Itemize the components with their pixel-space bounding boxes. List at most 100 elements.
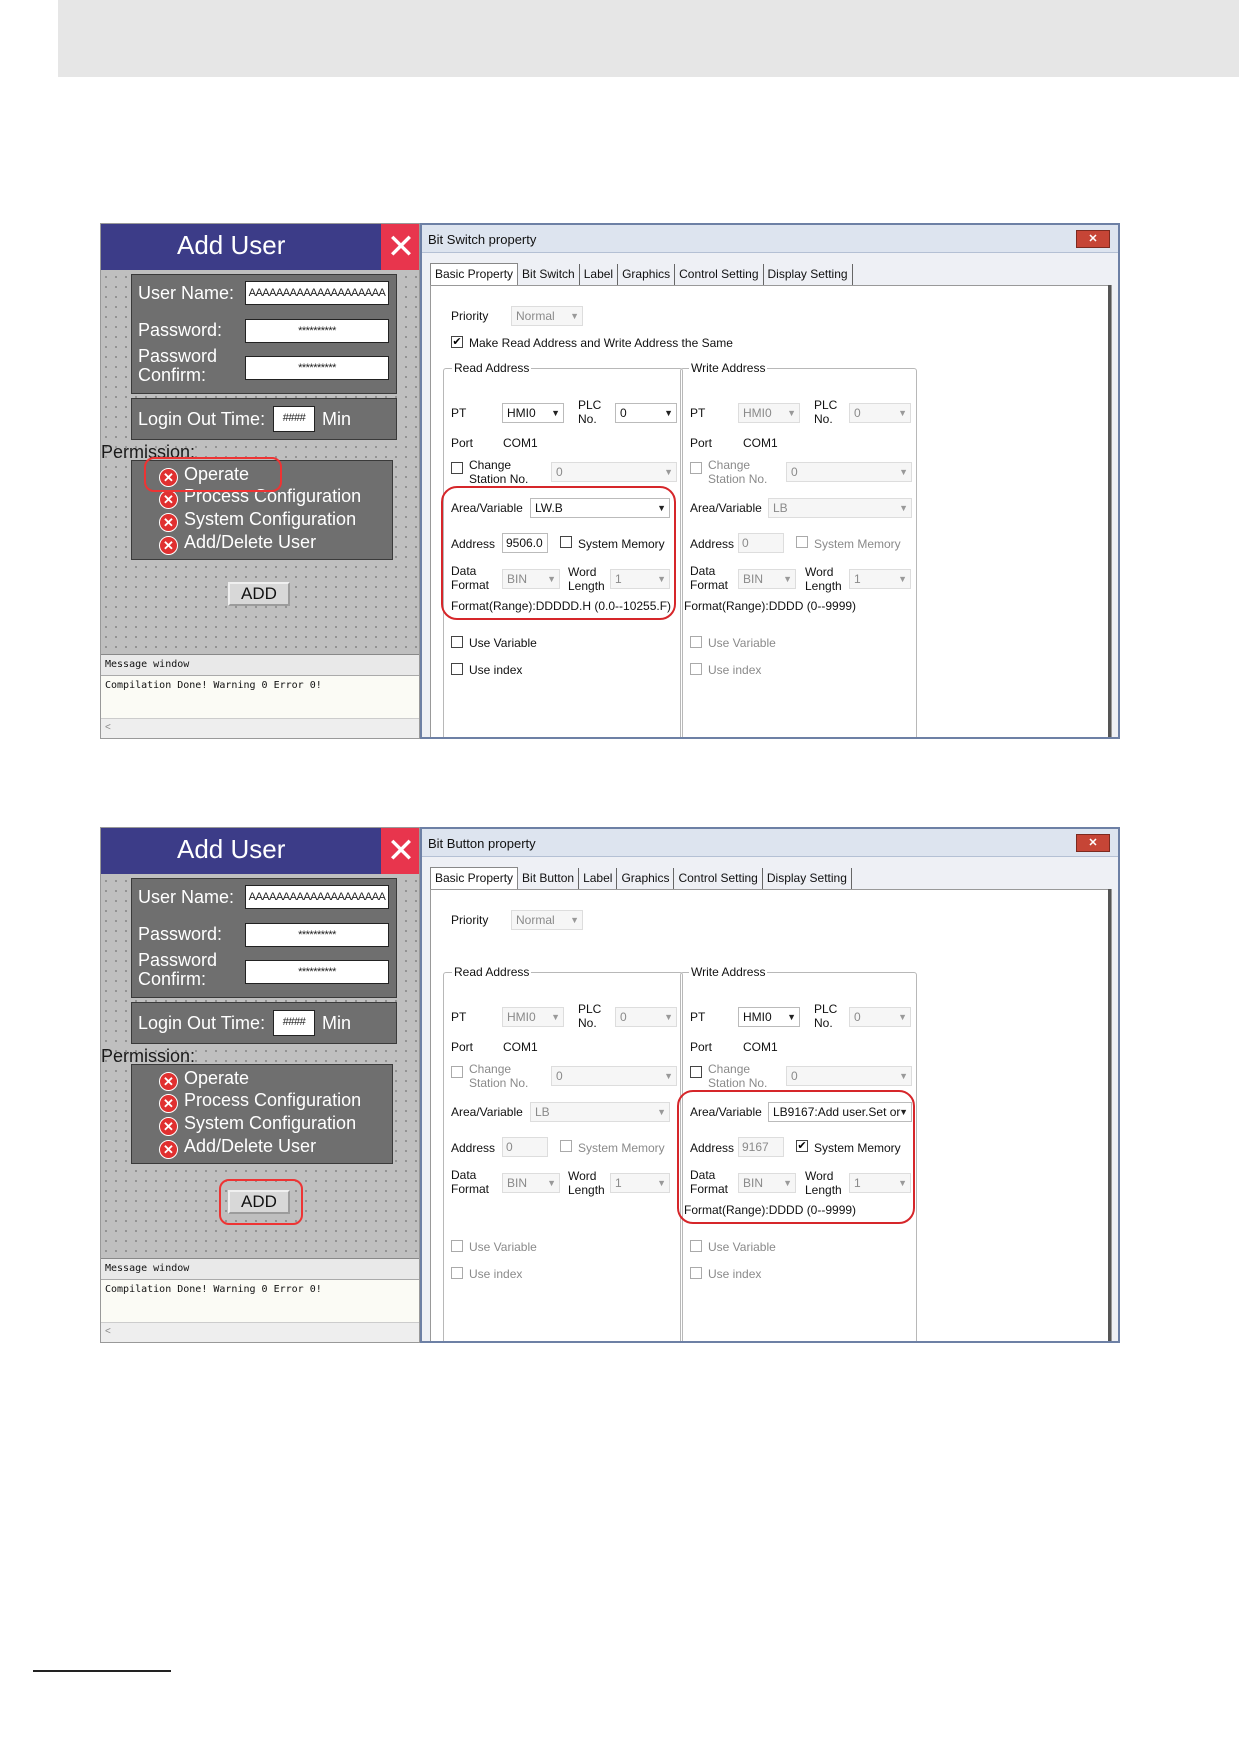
write-use-variable-checkbox[interactable] bbox=[690, 636, 702, 648]
logout-label: Login Out Time: bbox=[138, 1013, 266, 1033]
tab-label[interactable]: Label bbox=[580, 264, 619, 286]
chevron-down-icon: ▼ bbox=[657, 1107, 666, 1117]
permission-add-delete-user[interactable]: ✕ Add/Delete User bbox=[159, 1136, 316, 1159]
read-pt-select[interactable]: HMI0 ▼ bbox=[502, 403, 564, 423]
read-change-station-select[interactable]: 0 ▼ bbox=[551, 462, 677, 482]
permission-system-configuration[interactable]: ✕ System Configuration bbox=[159, 1113, 356, 1136]
write-change-station-select[interactable]: 0 ▼ bbox=[786, 1066, 912, 1086]
tab-graphics[interactable]: Graphics bbox=[618, 264, 676, 286]
write-change-station-select[interactable]: 0 ▼ bbox=[786, 462, 912, 482]
tab-bit-switch[interactable]: Bit Switch bbox=[518, 264, 580, 286]
permission-system-configuration[interactable]: ✕ System Configuration bbox=[159, 509, 356, 532]
close-icon[interactable]: ✕ bbox=[381, 224, 419, 270]
username-input[interactable]: AAAAAAAAAAAAAAAAAAAA bbox=[245, 885, 389, 909]
chevron-down-icon: ▼ bbox=[664, 467, 673, 477]
close-icon[interactable]: ✕ bbox=[1076, 230, 1110, 248]
read-use-index-checkbox[interactable] bbox=[451, 1267, 463, 1279]
write-pt-select[interactable]: HMI0 ▼ bbox=[738, 403, 800, 423]
write-word-length-select[interactable]: 1 ▼ bbox=[849, 569, 911, 589]
read-word-length-label: Word Length bbox=[568, 1169, 605, 1197]
operate-highlight bbox=[144, 457, 282, 492]
message-scrollbar[interactable]: < bbox=[101, 718, 419, 738]
tab-bit-button[interactable]: Bit Button bbox=[518, 868, 580, 890]
chevron-down-icon: ▼ bbox=[899, 467, 908, 477]
read-use-variable-checkbox[interactable] bbox=[451, 636, 463, 648]
read-use-index-checkbox[interactable] bbox=[451, 663, 463, 675]
screenshot-bit-button: Add User ✕ User Name: AAAAAAAAAAAAAAAAAA… bbox=[100, 827, 1120, 1343]
logout-input[interactable]: #### bbox=[273, 406, 315, 432]
write-use-index-checkbox[interactable] bbox=[690, 663, 702, 675]
permission-operate[interactable]: ✕ Operate bbox=[159, 1068, 249, 1091]
tab-label[interactable]: Label bbox=[579, 868, 618, 890]
write-change-station-checkbox[interactable] bbox=[690, 1066, 702, 1078]
permission-process-configuration[interactable]: ✕ Process Configuration bbox=[159, 1090, 361, 1113]
tab-control-setting[interactable]: Control Setting bbox=[674, 868, 763, 890]
read-pt-select[interactable]: HMI0 ▼ bbox=[502, 1007, 564, 1027]
write-pt-select[interactable]: HMI0 ▼ bbox=[738, 1007, 800, 1027]
write-area-select[interactable]: LB ▼ bbox=[768, 498, 912, 518]
priority-select[interactable]: Normal ▼ bbox=[511, 910, 583, 930]
read-data-format-select[interactable]: BIN ▼ bbox=[502, 1173, 560, 1193]
message-text: Compilation Done! Warning 0 Error 0! bbox=[101, 676, 419, 718]
tab-basic-property[interactable]: Basic Property bbox=[430, 263, 519, 285]
read-plc-select[interactable]: 0 ▼ bbox=[615, 1007, 677, 1027]
write-address-input[interactable]: 0 bbox=[738, 533, 784, 553]
read-port-label: Port bbox=[451, 1040, 474, 1054]
read-plc-label: PLC No. bbox=[578, 1002, 602, 1030]
read-area-select[interactable]: LB ▼ bbox=[530, 1102, 670, 1122]
priority-select[interactable]: Normal ▼ bbox=[511, 306, 583, 326]
write-plc-label: PLC No. bbox=[814, 1002, 838, 1030]
message-scrollbar[interactable]: < bbox=[101, 1322, 419, 1342]
write-plc-label: PLC No. bbox=[814, 398, 838, 426]
tab-graphics[interactable]: Graphics bbox=[617, 868, 675, 890]
write-change-station-label: Change Station No. bbox=[708, 1062, 768, 1090]
read-plc-select[interactable]: 0 ▼ bbox=[615, 403, 677, 423]
read-word-length-select[interactable]: 1 ▼ bbox=[610, 1173, 670, 1193]
tab-basic-property[interactable]: Basic Property bbox=[430, 867, 519, 889]
close-icon[interactable]: ✕ bbox=[381, 828, 419, 874]
tab-control-setting[interactable]: Control Setting bbox=[675, 264, 764, 286]
add-button-highlight bbox=[219, 1179, 303, 1225]
permission-add-delete-user[interactable]: ✕ Add/Delete User bbox=[159, 532, 316, 555]
password-input[interactable]: ********** bbox=[245, 923, 389, 947]
read-system-memory-label: System Memory bbox=[578, 1141, 665, 1155]
read-address-title: Read Address bbox=[452, 965, 532, 979]
read-change-station-checkbox[interactable] bbox=[451, 1066, 463, 1078]
credentials-group: User Name: AAAAAAAAAAAAAAAAAAAA Password… bbox=[131, 274, 397, 394]
panel-title: Add User bbox=[177, 834, 286, 864]
logout-input[interactable]: #### bbox=[273, 1010, 315, 1036]
username-input[interactable]: AAAAAAAAAAAAAAAAAAAA bbox=[245, 281, 389, 305]
same-address-checkbox[interactable]: ✔ bbox=[451, 336, 463, 348]
chevron-down-icon: ▼ bbox=[899, 503, 908, 513]
dialog-title: Bit Button property bbox=[428, 836, 536, 851]
tab-display-setting[interactable]: Display Setting bbox=[764, 264, 853, 286]
message-window-title: Message window bbox=[101, 1258, 419, 1280]
read-change-station-checkbox[interactable] bbox=[451, 462, 463, 474]
write-plc-select[interactable]: 0 ▼ bbox=[849, 1007, 911, 1027]
write-system-memory-checkbox[interactable] bbox=[796, 536, 808, 548]
read-port-label: Port bbox=[451, 436, 474, 450]
write-use-variable-checkbox[interactable] bbox=[690, 1240, 702, 1252]
chevron-down-icon: ▼ bbox=[783, 574, 792, 584]
read-use-variable-checkbox[interactable] bbox=[451, 1240, 463, 1252]
write-change-station-checkbox[interactable] bbox=[690, 462, 702, 474]
read-change-station-select[interactable]: 0 ▼ bbox=[551, 1066, 677, 1086]
password-input[interactable]: ********** bbox=[245, 319, 389, 343]
read-address-input[interactable]: 0 bbox=[502, 1137, 548, 1157]
chevron-down-icon: ▼ bbox=[898, 408, 907, 418]
add-button[interactable]: ADD bbox=[228, 582, 290, 606]
read-system-memory-checkbox[interactable] bbox=[560, 1140, 572, 1152]
tab-display-setting[interactable]: Display Setting bbox=[763, 868, 852, 890]
panel-title: Add User bbox=[177, 230, 286, 260]
password-confirm-label: Password Confirm: bbox=[138, 950, 218, 989]
password-confirm-input[interactable]: ********** bbox=[245, 960, 389, 984]
read-change-station-label: Change Station No. bbox=[469, 1062, 529, 1090]
password-confirm-input[interactable]: ********** bbox=[245, 356, 389, 380]
same-address-label: Make Read Address and Write Address the … bbox=[469, 336, 733, 350]
write-use-index-checkbox[interactable] bbox=[690, 1267, 702, 1279]
write-plc-select[interactable]: 0 ▼ bbox=[849, 403, 911, 423]
write-port-label: Port bbox=[690, 1040, 713, 1054]
write-port-value: COM1 bbox=[743, 436, 778, 450]
write-data-format-select[interactable]: BIN ▼ bbox=[738, 569, 796, 589]
close-icon[interactable]: ✕ bbox=[1076, 834, 1110, 852]
